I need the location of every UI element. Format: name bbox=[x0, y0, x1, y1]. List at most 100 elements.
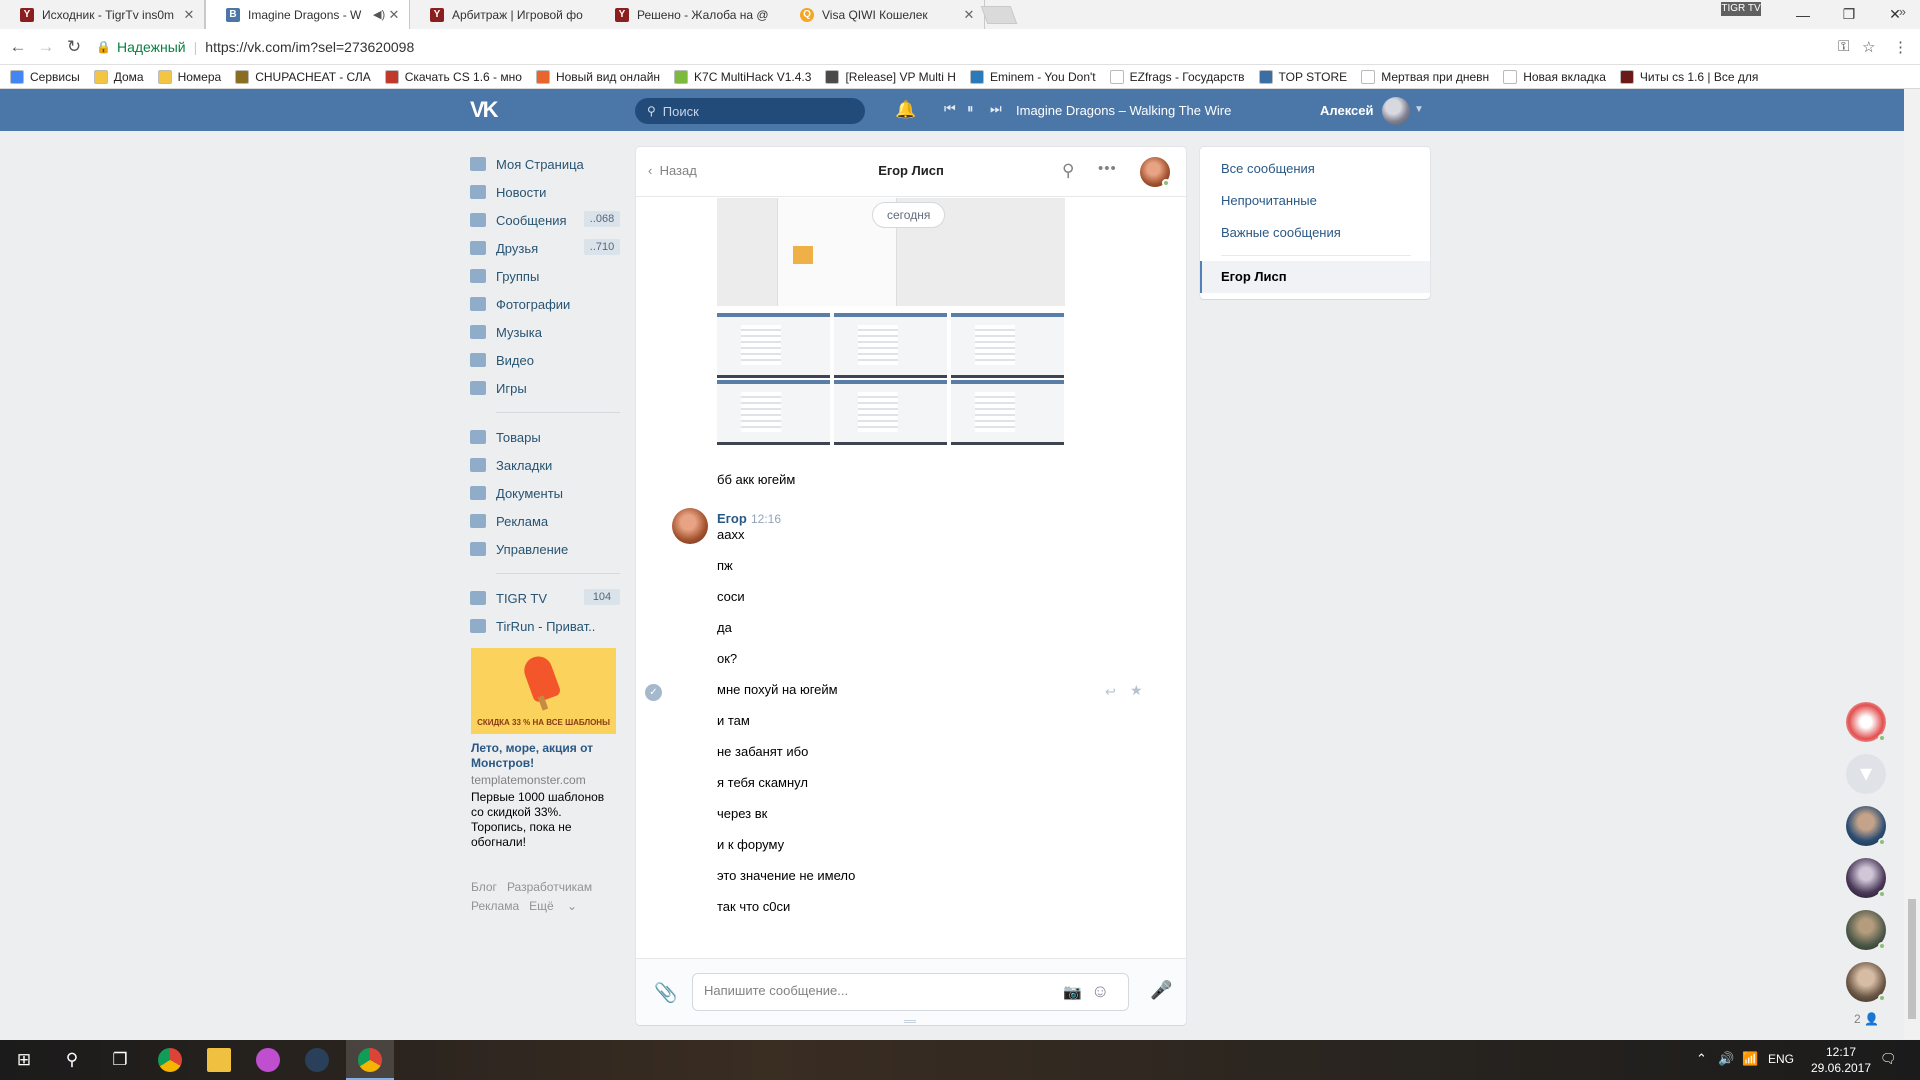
sidebar-item-documents[interactable]: Документы bbox=[470, 479, 620, 507]
microphone-icon[interactable]: 🎤 bbox=[1150, 980, 1172, 1001]
bookmark-item[interactable]: EZfrags - Государств bbox=[1109, 69, 1245, 84]
new-tab-button[interactable] bbox=[980, 6, 1018, 24]
active-taskbar-app[interactable] bbox=[346, 1040, 394, 1080]
avatar[interactable] bbox=[1382, 97, 1410, 125]
footer-link-more[interactable]: Ещё ⌄ bbox=[529, 899, 577, 913]
task-view-icon[interactable]: ❐ bbox=[108, 1048, 132, 1072]
active-conversation[interactable]: Егор Лисп bbox=[1200, 261, 1430, 293]
bookmark-item[interactable]: Новая вкладка bbox=[1503, 69, 1606, 84]
photo-thumbnail[interactable] bbox=[834, 313, 947, 378]
bell-icon[interactable]: 🔔 bbox=[895, 100, 916, 120]
ad-title[interactable]: Лето, море, акция от Монстров! bbox=[471, 741, 616, 771]
clock[interactable]: 12:17 29.06.2017 bbox=[1806, 1044, 1876, 1076]
sender-name[interactable]: Егор bbox=[717, 511, 747, 526]
filter-important[interactable]: Важные сообщения bbox=[1221, 225, 1341, 240]
bookmark-item[interactable]: Мертвая при дневн bbox=[1361, 69, 1489, 84]
sidebar-item-video[interactable]: Видео bbox=[470, 346, 620, 374]
smile-icon[interactable]: ☺ bbox=[1091, 981, 1109, 1002]
paperclip-icon[interactable]: 📎 bbox=[654, 981, 678, 1005]
footer-link-developers[interactable]: Разработчикам bbox=[507, 880, 592, 894]
message-input-box[interactable]: 📷 ☺ bbox=[692, 973, 1129, 1011]
bookmark-item[interactable]: [Release] VP Multi H bbox=[825, 69, 956, 84]
photo-thumbnail[interactable] bbox=[717, 380, 830, 445]
chevron-down-icon[interactable]: ▼ bbox=[1414, 104, 1424, 115]
dog-avatar-icon[interactable]: ▾ bbox=[1846, 754, 1886, 794]
resize-handle[interactable] bbox=[904, 1020, 916, 1023]
photo-thumbnail[interactable] bbox=[951, 313, 1064, 378]
url-text[interactable]: https://vk.com/im?sel=273620098 bbox=[205, 39, 414, 55]
reload-icon[interactable]: ↻ bbox=[64, 37, 84, 57]
close-icon[interactable]: ✕ bbox=[962, 7, 976, 23]
scrollbar[interactable] bbox=[1904, 89, 1920, 1039]
sidebar-item-music[interactable]: Музыка bbox=[470, 318, 620, 346]
scrollbar-thumb[interactable] bbox=[1908, 899, 1916, 1019]
message-time[interactable]: 12:16 bbox=[751, 512, 781, 526]
user-name[interactable]: Алексей bbox=[1320, 103, 1374, 118]
friends-online-count[interactable]: 2 👤 bbox=[1854, 1012, 1879, 1026]
chrome-icon[interactable] bbox=[158, 1048, 182, 1072]
sidebar-item-messages[interactable]: Сообщения ..068 bbox=[470, 206, 620, 234]
close-icon[interactable]: ✕ bbox=[182, 7, 196, 23]
photo-thumbnail[interactable] bbox=[717, 313, 830, 378]
vk-logo-icon[interactable]: VK bbox=[470, 99, 504, 121]
bookmark-item[interactable]: CHUPACHEAT - СЛА bbox=[235, 69, 371, 84]
sidebar-item-games[interactable]: Игры bbox=[470, 374, 620, 402]
bookmark-item[interactable]: K7C MultiHack V1.4.3 bbox=[674, 69, 811, 84]
search-box[interactable]: ⚲ bbox=[635, 98, 865, 124]
steam-icon[interactable] bbox=[305, 1048, 329, 1072]
bookmark-item[interactable]: Номера bbox=[157, 69, 221, 84]
bookmark-item[interactable]: Сервисы bbox=[10, 69, 80, 84]
check-icon[interactable]: ✓ bbox=[645, 684, 662, 701]
volume-icon[interactable]: 🔊 bbox=[1718, 1051, 1734, 1067]
footer-link-blog[interactable]: Блог bbox=[471, 880, 497, 894]
sidebar-item-news[interactable]: Новости bbox=[470, 178, 620, 206]
restore-button[interactable]: ❐ bbox=[1826, 0, 1872, 29]
message-input[interactable] bbox=[704, 983, 1044, 998]
forward-icon[interactable]: → bbox=[36, 37, 56, 57]
key-icon[interactable]: ⚿ bbox=[1838, 38, 1849, 55]
sidebar-item-tirrun[interactable]: TirRun - Приват.. bbox=[470, 612, 620, 640]
footer-link-ads[interactable]: Реклама bbox=[471, 899, 519, 913]
browser-tab[interactable]: Y Исходник - TigrTv ins0m ✕ bbox=[0, 0, 205, 29]
windows-start-icon[interactable]: ⊞ bbox=[12, 1048, 36, 1072]
now-playing[interactable]: Imagine Dragons – Walking The Wire bbox=[1016, 103, 1231, 118]
close-window-button[interactable]: ✕ bbox=[1872, 0, 1918, 29]
sidebar-item-bookmarks[interactable]: Закладки bbox=[470, 451, 620, 479]
sidebar-item-goods[interactable]: Товары bbox=[470, 423, 620, 451]
language-indicator[interactable]: ENG bbox=[1768, 1052, 1794, 1066]
photo-thumbnail[interactable] bbox=[951, 380, 1064, 445]
ad-block[interactable]: СКИДКА 33 % НА ВСЕ ШАБЛОНЫ Лето, море, а… bbox=[471, 648, 616, 850]
pause-icon[interactable]: ⏸ bbox=[967, 101, 974, 117]
next-track-icon[interactable]: ⏭ bbox=[990, 101, 1002, 117]
camera-icon[interactable]: 📷 bbox=[1063, 983, 1082, 1001]
sidebar-item-photos[interactable]: Фотографии bbox=[470, 290, 620, 318]
chevron-up-icon[interactable]: ⌃ bbox=[1696, 1051, 1707, 1067]
star-bookmark-icon[interactable]: ☆ bbox=[1862, 38, 1875, 56]
bookmark-item[interactable]: Новый вид онлайн bbox=[535, 69, 660, 84]
bookmark-item[interactable]: Дома bbox=[93, 69, 144, 84]
filter-all-messages[interactable]: Все сообщения bbox=[1221, 161, 1315, 176]
ad-domain[interactable]: templatemonster.com bbox=[471, 773, 616, 787]
browser-tab-active[interactable]: B Imagine Dragons - W ◀) ✕ bbox=[205, 0, 410, 29]
browser-tab[interactable]: Q Visa QIWI Кошелек ✕ bbox=[780, 0, 985, 29]
sidebar-item-tigr-tv[interactable]: TIGR TV 104 bbox=[470, 584, 620, 612]
menu-dots-icon[interactable]: ⋮ bbox=[1893, 38, 1908, 56]
bookmark-item[interactable]: Eminem - You Don't bbox=[969, 69, 1096, 84]
filter-unread[interactable]: Непрочитанные bbox=[1221, 193, 1317, 208]
browser-tab[interactable]: Y Арбитраж | Игровой фо ✕ bbox=[410, 0, 615, 29]
bookmark-item[interactable]: Скачать CS 1.6 - мно bbox=[384, 69, 522, 84]
sidebar-item-my-page[interactable]: Моя Страница bbox=[470, 150, 620, 178]
bookmarks-overflow-icon[interactable]: » bbox=[1899, 4, 1906, 19]
browser-tab[interactable]: Y Решено - Жалоба на @ ✕ bbox=[595, 0, 800, 29]
wifi-icon[interactable]: 📶 bbox=[1742, 1051, 1758, 1067]
search-icon[interactable]: ⚲ bbox=[60, 1048, 84, 1072]
sidebar-item-friends[interactable]: Друзья ..710 bbox=[470, 234, 620, 262]
sidebar-item-ads[interactable]: Реклама bbox=[470, 507, 620, 535]
close-icon[interactable]: ✕ bbox=[387, 7, 401, 23]
search-icon[interactable]: ⚲ bbox=[1062, 161, 1074, 181]
reply-icon[interactable]: ↩ bbox=[1105, 684, 1116, 700]
minimize-button[interactable]: — bbox=[1780, 0, 1826, 29]
ad-image[interactable]: СКИДКА 33 % НА ВСЕ ШАБЛОНЫ bbox=[471, 648, 616, 734]
more-icon[interactable]: ••• bbox=[1098, 160, 1117, 177]
folder-icon[interactable] bbox=[207, 1048, 231, 1072]
